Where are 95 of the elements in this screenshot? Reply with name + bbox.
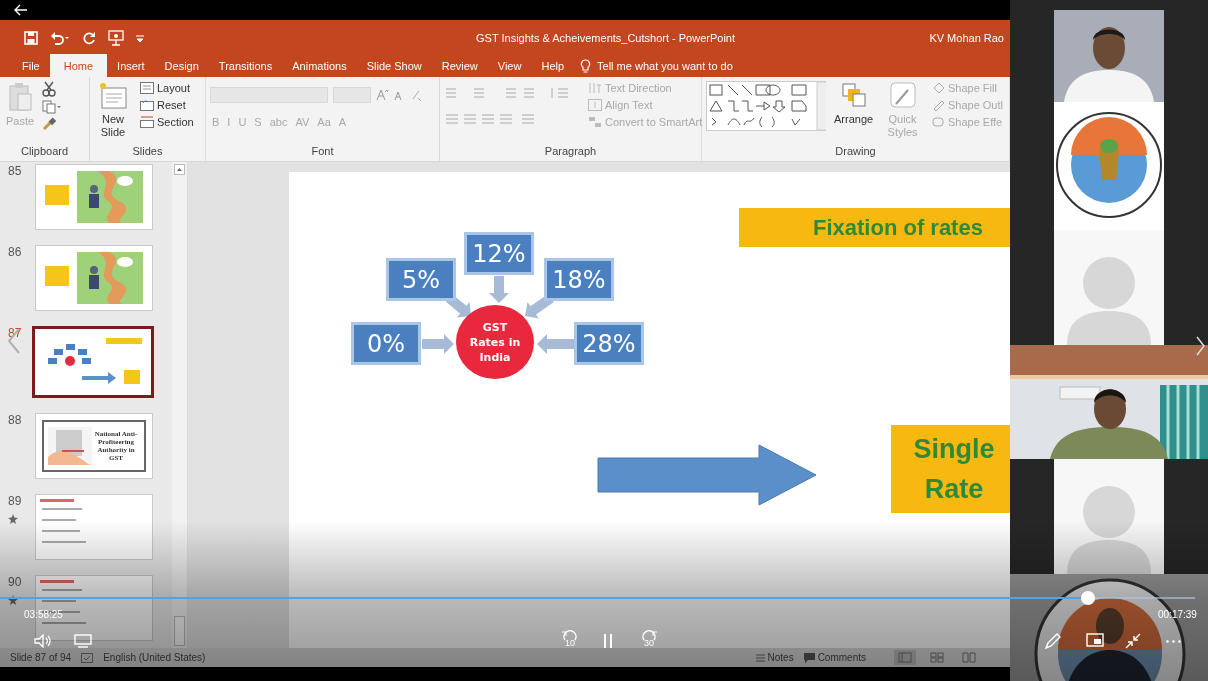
slide-text-drawing[interactable] xyxy=(40,499,86,544)
copy-icon[interactable] xyxy=(42,100,63,114)
section-icon xyxy=(140,116,154,128)
ribbon-tab[interactable]: Home xyxy=(49,54,108,77)
view-icon xyxy=(962,652,976,663)
shape-fill-icon xyxy=(931,82,945,94)
arrange-icon xyxy=(840,82,867,110)
group-label: Paragraph xyxy=(543,144,598,159)
ribbon-command[interactable]: New Slide xyxy=(94,81,132,140)
notes-icon xyxy=(755,653,765,662)
ribbon-command[interactable]: Reset xyxy=(138,98,196,112)
ribbon-tab[interactable]: Insert xyxy=(107,56,155,77)
slide-number: 88 xyxy=(8,413,22,427)
ribbon-command[interactable]: Layout xyxy=(138,81,196,95)
connector-arrow xyxy=(537,334,574,354)
ribbon-command[interactable]: Section xyxy=(138,115,196,129)
volume-icon xyxy=(34,634,52,648)
presenter-icon[interactable] xyxy=(108,29,124,46)
rate-box: 0% xyxy=(351,322,421,365)
save-icon[interactable] xyxy=(24,30,38,45)
rate-box: 5% xyxy=(386,258,456,301)
notes-button[interactable]: Notes xyxy=(755,652,794,663)
ribbon-tab[interactable]: Animations xyxy=(282,56,357,77)
format-painter-icon[interactable] xyxy=(42,117,57,131)
ribbon-tab[interactable]: Design xyxy=(154,56,209,77)
text-direction-icon xyxy=(588,82,602,94)
user-name[interactable]: KV Mohan Rao xyxy=(929,31,1010,44)
rate-box: 18% xyxy=(544,258,614,301)
cut-icon[interactable] xyxy=(42,81,57,97)
slide-number: 89 xyxy=(8,494,22,508)
slide-title: Fixation of rates xyxy=(739,208,1010,247)
ribbon-tab[interactable]: View xyxy=(487,56,532,77)
captions-icon xyxy=(74,634,92,648)
grow-font-icon xyxy=(376,89,388,101)
comment-icon xyxy=(803,652,815,663)
customize-icon[interactable] xyxy=(136,33,144,42)
language-label[interactable]: English (United States) xyxy=(103,652,206,663)
ribbon-command[interactable]: Arrange xyxy=(832,81,876,127)
rate-box: 28% xyxy=(574,322,644,365)
ribbon-tab[interactable]: Help xyxy=(531,56,575,77)
smartart-icon xyxy=(588,116,602,128)
connector-arrow xyxy=(489,276,509,303)
group-label: Slides xyxy=(131,144,164,159)
ribbon-tab[interactable]: Transitions xyxy=(208,56,283,77)
redo-icon[interactable] xyxy=(82,30,96,45)
font-name-field[interactable] xyxy=(210,87,328,103)
reset-icon xyxy=(140,99,154,111)
view-icon xyxy=(898,652,912,663)
ribbon-tab[interactable]: Review xyxy=(431,56,488,77)
quick-styles-icon xyxy=(889,82,916,110)
lightbulb-icon[interactable] xyxy=(580,59,592,73)
new-slide-icon xyxy=(99,82,127,110)
previous-icon[interactable] xyxy=(8,328,20,354)
view-icon xyxy=(930,652,944,663)
elapsed-time: 03:58:25 xyxy=(24,609,63,620)
rate-box: 12% xyxy=(464,232,534,275)
connector-arrow xyxy=(422,334,454,354)
undo-icon[interactable] xyxy=(50,30,70,45)
group-label: Clipboard xyxy=(19,144,70,159)
slide-thumbnail[interactable] xyxy=(32,326,154,398)
shape-outline-icon xyxy=(931,99,945,111)
ribbon-tab[interactable]: Slide Show xyxy=(356,56,432,77)
scroll-thumb-icon[interactable] xyxy=(174,616,185,646)
slide-position: Slide 87 of 94 xyxy=(10,652,72,663)
group-label: Font xyxy=(310,144,335,159)
layout-icon xyxy=(140,82,154,94)
slide-number: 86 xyxy=(8,245,22,259)
ribbon-tab[interactable]: File xyxy=(12,56,50,77)
group-label: Drawing xyxy=(834,144,877,159)
remaining-time: 00:17:39 xyxy=(1158,609,1197,620)
picture-in-picture-icon xyxy=(1086,632,1104,650)
back-icon[interactable] xyxy=(14,4,28,16)
shape-effects-icon xyxy=(931,116,945,128)
next-icon[interactable] xyxy=(1196,336,1205,356)
rates-hub-circle: GST Rates in India xyxy=(456,305,534,379)
pencil-icon xyxy=(1044,632,1062,650)
align-text-icon xyxy=(588,99,602,111)
paste-icon xyxy=(7,82,34,112)
spellcheck-icon xyxy=(81,652,94,663)
font-size-field[interactable] xyxy=(333,87,371,103)
result-box: Single Rate xyxy=(891,425,1010,513)
tell-me-field[interactable]: Tell me what you want to do xyxy=(597,60,778,72)
window-title: GST Insights & Acheivements_Cutshort - PowerPoint xyxy=(476,31,737,44)
comments-button[interactable]: Comments xyxy=(803,652,866,663)
slide-number: 90 xyxy=(8,575,22,589)
annotate-button[interactable] xyxy=(1044,630,1062,652)
clear-format-icon xyxy=(410,89,422,101)
scrollbar[interactable] xyxy=(172,162,188,648)
scroll-up-icon[interactable] xyxy=(174,164,185,175)
collapse-icon xyxy=(1124,632,1142,650)
more-icon xyxy=(1166,639,1181,643)
shapes-gallery-icon[interactable] xyxy=(706,81,826,131)
skip-forward-button[interactable]: 30 xyxy=(638,630,660,652)
skip-back-button[interactable]: 10 xyxy=(559,630,581,652)
slide-number: 85 xyxy=(8,164,22,178)
